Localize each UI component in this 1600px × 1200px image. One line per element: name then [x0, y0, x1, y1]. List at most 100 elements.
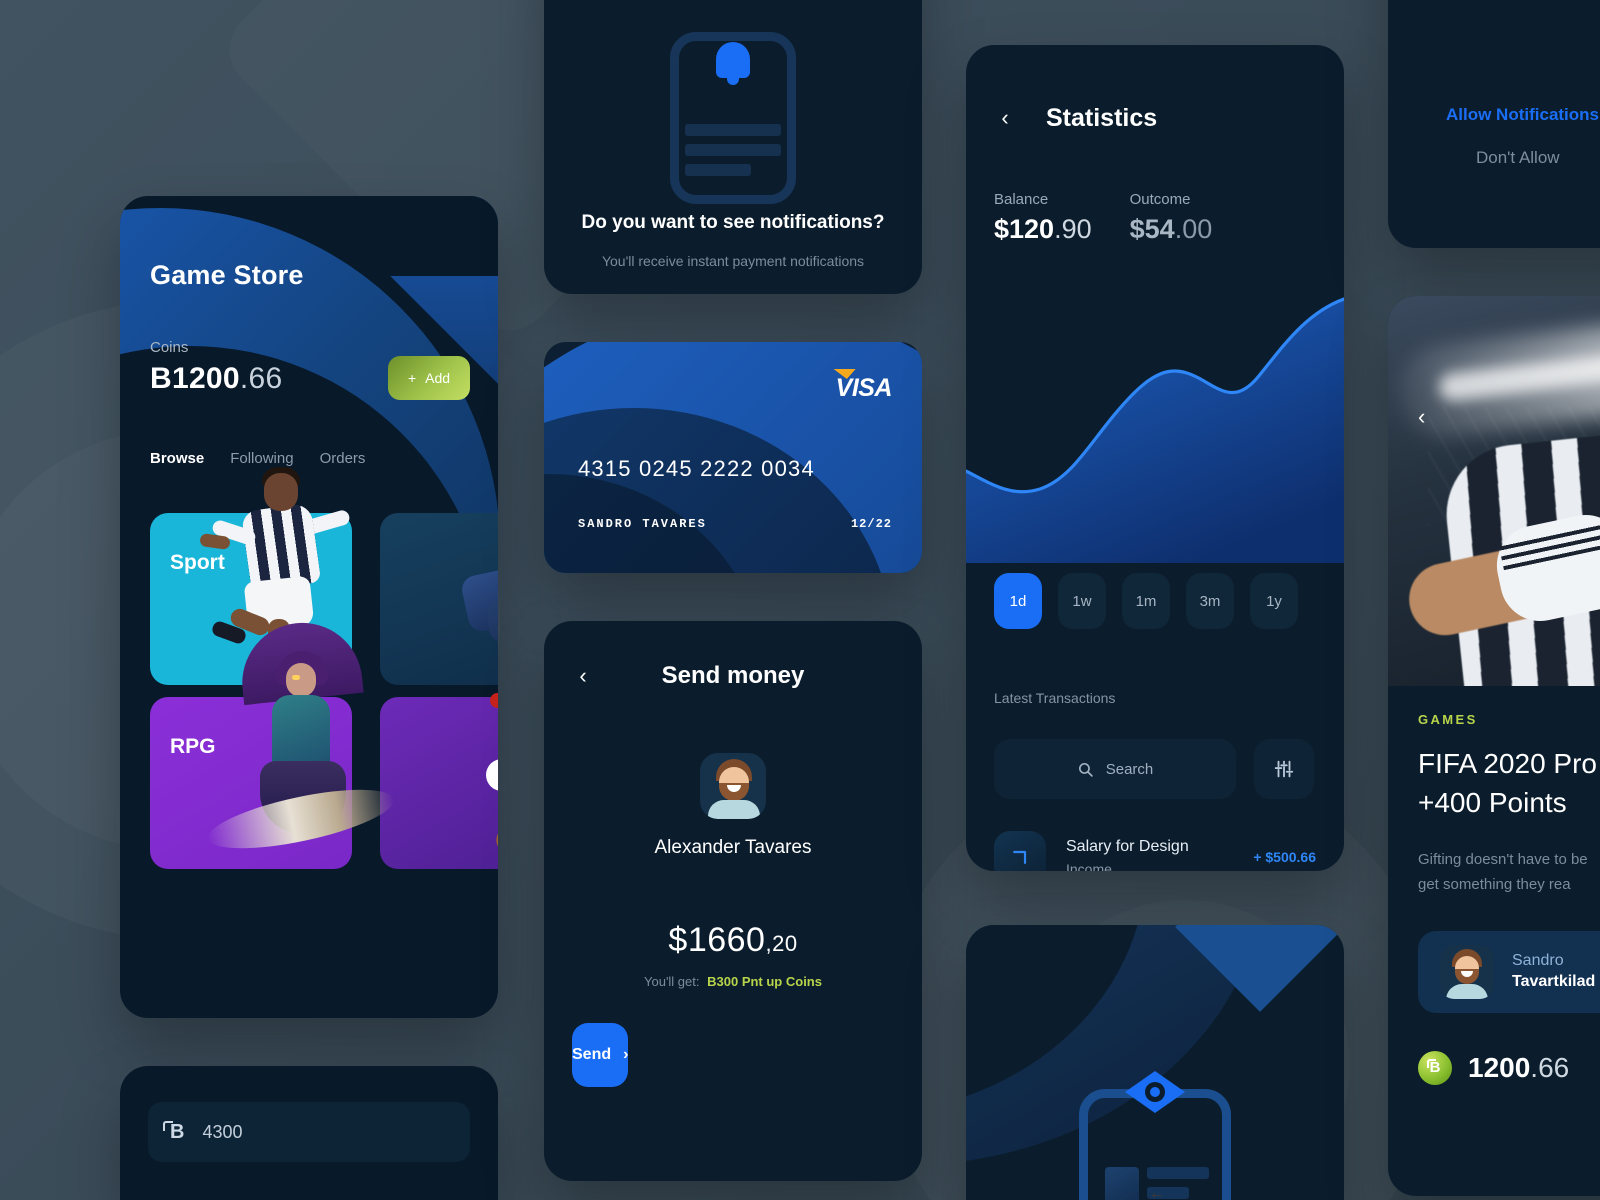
notification-title: Do you want to see notifications?	[581, 212, 885, 233]
coins-label: Coins	[150, 339, 189, 356]
send-money-header: ‹ Send money	[544, 621, 922, 731]
metric-label: Balance	[994, 191, 1049, 208]
visa-logo-icon: VISA	[835, 374, 893, 402]
send-amount-dec: ,20	[765, 931, 798, 956]
plus-icon: +	[407, 370, 417, 386]
category-tile-shooter[interactable]	[380, 513, 498, 685]
send-money-title: Send money	[661, 662, 805, 689]
recipient-avatar	[700, 753, 766, 819]
category-tile-label: RPG	[170, 735, 216, 758]
promo-description: Gifting doesn't have to be get something…	[1418, 848, 1600, 897]
metric-value: $120.90	[994, 214, 1092, 245]
coins-amount-int: B1200	[150, 362, 240, 395]
coin-amount-input[interactable]: B 4300	[148, 1102, 470, 1162]
category-tile-sport[interactable]: Sport	[150, 467, 352, 697]
category-tile-label: Sport	[170, 551, 225, 574]
tab-browse[interactable]: Browse	[150, 450, 204, 467]
promo-desc-line1: Gifting doesn't have to be	[1418, 851, 1588, 869]
range-1m[interactable]: 1m	[1122, 573, 1170, 629]
category-tile-rpg[interactable]: RPG	[150, 616, 399, 869]
notification-subtitle: You'll receive instant payment notificat…	[601, 253, 865, 269]
send-money-card: ‹ Send money Alexander Tavares $1660,20 …	[544, 621, 922, 1181]
metric-value-dec: .90	[1054, 214, 1092, 244]
dont-allow-button[interactable]: Don't Allow	[1476, 148, 1560, 168]
metric-outcome: Outcome $54.00	[1130, 191, 1213, 245]
filter-button[interactable]	[1254, 739, 1314, 799]
add-coins-label: Add	[425, 370, 451, 386]
credit-card[interactable]: VISA 4315 0245 2222 0034 SANDRO TAVARES …	[544, 342, 922, 573]
range-1y[interactable]: 1y	[1250, 573, 1298, 629]
chart-svg	[966, 297, 1344, 563]
notification-permission-card: Allow Notifications Don't Allow	[1388, 0, 1600, 248]
search-input[interactable]: Search	[994, 739, 1236, 799]
fifa-promo-card: ‹ GAMES FIFA 2020 Pro +400 Points Giftin…	[1388, 296, 1600, 1196]
metric-value-int: $54	[1129, 214, 1175, 244]
send-bonus-row: You'll get: B300 Pnt up Coins	[544, 974, 922, 989]
fifa-hero-image: ‹	[1388, 296, 1600, 686]
notification-illustration	[544, 24, 922, 204]
promo-user-firstname: Sandro	[1512, 952, 1564, 970]
search-placeholder-text: Search	[1105, 760, 1154, 778]
promo-coin-int: 1200	[1468, 1051, 1531, 1083]
metric-balance: Balance $120.90	[994, 191, 1092, 245]
recipient-name: Alexander Tavares	[654, 837, 812, 858]
coin-symbol-icon: B	[162, 1120, 185, 1143]
metric-value-dec: .00	[1174, 214, 1213, 244]
sliders-icon	[1273, 758, 1295, 780]
card-holder-name: SANDRO TAVARES	[578, 517, 707, 531]
metric-value: $54.00	[1130, 214, 1213, 245]
privacy-illustration-card: ←	[966, 925, 1344, 1200]
category-tile-platformer[interactable]	[380, 693, 498, 869]
send-button[interactable]: Send ›	[572, 1023, 629, 1087]
back-chevron-icon[interactable]: ‹	[570, 663, 596, 689]
send-amount-int: $1660	[668, 921, 766, 959]
privacy-illustration: ←	[1079, 1071, 1231, 1200]
send-bonus-label: You'll get:	[644, 974, 700, 989]
tab-orders[interactable]: Orders	[320, 450, 366, 467]
search-icon	[1077, 761, 1094, 778]
coins-amount-dec: .66	[239, 362, 283, 395]
back-chevron-icon[interactable]: ‹	[992, 105, 1018, 131]
design-canvas: Game Store Coins B1200.66 Browse Followi…	[0, 0, 1600, 1200]
card-expiry: 12/22	[850, 517, 892, 531]
range-1w[interactable]: 1w	[1058, 573, 1106, 629]
send-bonus-value: B300 Pnt up Coins	[707, 974, 822, 989]
transaction-row[interactable]: Salary for Design Income + $500.66	[994, 831, 1316, 871]
avatar	[1440, 944, 1494, 999]
send-amount: $1660,20	[544, 921, 922, 960]
add-coins-button[interactable]: + Add	[388, 356, 470, 400]
balance-area-chart	[966, 273, 1344, 563]
back-chevron-icon[interactable]: ‹	[1418, 404, 1425, 430]
statistics-card: ‹ Statistics Balance $120.90 Outcome $54…	[966, 45, 1344, 871]
promo-coin-amount: 1200.66	[1468, 1052, 1569, 1084]
tab-following[interactable]: Following	[230, 450, 293, 467]
statistics-metrics: Balance $120.90 Outcome $54.00	[966, 191, 1344, 245]
page-title: Game Store	[150, 260, 304, 290]
game-store-card: Game Store Coins B1200.66 Browse Followi…	[120, 196, 498, 1018]
promo-user-row[interactable]: Sandro Tavartkilad	[1418, 930, 1600, 1013]
send-button-label: Send	[572, 1046, 612, 1063]
promo-user-lastname: Tavartkilad	[1512, 973, 1596, 991]
transaction-amount: + $500.66	[1253, 849, 1316, 865]
promo-kicker: GAMES	[1418, 712, 1478, 727]
statistics-header: ‹ Statistics	[966, 45, 1344, 191]
promo-desc-line2: get something they rea	[1418, 875, 1571, 893]
transaction-icon	[994, 831, 1046, 871]
promo-coin-dec: .66	[1530, 1051, 1570, 1083]
coin-amount-card: B 4300	[120, 1066, 498, 1200]
allow-notifications-button[interactable]: Allow Notifications	[1446, 105, 1599, 125]
game-category-grid: Sport RPG	[150, 467, 498, 869]
promo-user-name: Sandro Tavartkilad	[1512, 952, 1595, 991]
promo-title-line2: +400 Points	[1418, 786, 1567, 818]
coin-amount-value: 4300	[202, 1121, 243, 1142]
statistics-title: Statistics	[1046, 103, 1158, 132]
transaction-title: Salary for Design	[1066, 837, 1189, 855]
coin-badge-icon: B	[1418, 1050, 1452, 1085]
card-number: 4315 0245 2222 0034	[578, 456, 815, 481]
range-3m[interactable]: 3m	[1186, 573, 1234, 629]
bell-icon	[712, 42, 754, 85]
promo-title-line1: FIFA 2020 Pro	[1418, 748, 1597, 779]
range-1d[interactable]: 1d	[994, 573, 1042, 629]
promo-title: FIFA 2020 Pro +400 Points	[1418, 745, 1600, 822]
game-store-tabs: Browse Following Orders	[150, 450, 468, 467]
